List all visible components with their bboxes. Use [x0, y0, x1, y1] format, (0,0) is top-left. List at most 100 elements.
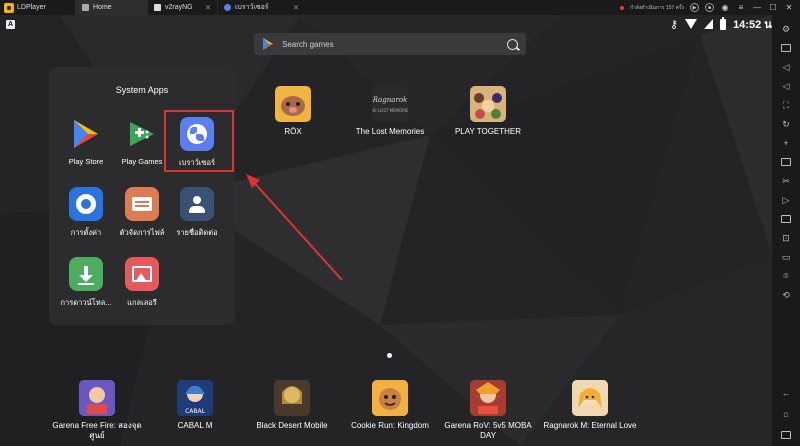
play-games-icon [125, 117, 159, 151]
app-garena-rov[interactable]: Garena RoV: 5v5 MOBA DAY [440, 380, 536, 441]
app-name: LDPlayer [17, 4, 46, 11]
settings-gear-icon [69, 187, 103, 221]
app-label: Ragnarok M: Eternal Love [543, 421, 637, 430]
lost-memories-icon: Ragnarok THE LOST MEMORIES [372, 86, 408, 122]
maximize-icon[interactable]: ☐ [768, 3, 778, 12]
sync-icon[interactable]: ⊡ [780, 232, 792, 244]
app-play-together[interactable]: PLAY TOGETHER [452, 86, 524, 137]
window-titlebar: LDPlayer Home v2rayNG ✕ เบราว์เซอร์ ✕ กำ… [0, 0, 800, 15]
app-cookie-run-kingdom[interactable]: Cookie Run: Kingdom [346, 380, 434, 431]
back-icon[interactable]: ← [780, 387, 792, 399]
settings-gear-icon[interactable]: ⚙ [780, 23, 792, 35]
home-tab-icon [82, 4, 89, 11]
folder-title: System Apps [115, 85, 169, 95]
black-desert-icon [274, 380, 310, 416]
app-label: Garena RoV: 5v5 MOBA DAY [444, 421, 532, 440]
emulator-toolbar: ⚙ ◁ ◁ ⛶ ↻ + ✂ ▷ ⊡ ▭ ⌾ ⟲ ← ⌂ [772, 15, 800, 446]
highlight-box [164, 110, 234, 172]
app-file-manager[interactable]: ตัวจัดการไฟล์ [112, 187, 172, 239]
minimize-icon[interactable]: — [752, 3, 762, 12]
app-label: CABAL M [177, 421, 213, 430]
volume-up-icon[interactable]: ◁ [780, 61, 792, 73]
multi-instance-icon[interactable] [780, 156, 792, 168]
app-label: Cookie Run: Kingdom [351, 421, 429, 430]
android-status-bar: ⚷ 14:52 น. [670, 16, 775, 32]
search-icon[interactable] [507, 38, 518, 50]
app-settings[interactable]: การตั้งค่า [56, 187, 116, 239]
titlebar-controls: กำลังดำเนินการ 157 ครั้ง ▶ ■ ◉ ≡ — ☐ ✕ [619, 3, 800, 12]
app-cabal-m[interactable]: CABAL CABAL M [160, 380, 230, 431]
gallery-icon [125, 257, 159, 291]
tab-browser[interactable]: เบราว์เซอร์ ✕ [217, 0, 305, 15]
app-label: แกลเลอรี [127, 298, 157, 307]
app-label: รายชื่อติดต่อ [176, 228, 218, 237]
app-the-lost-memories[interactable]: Ragnarok THE LOST MEMORIES The Lost Memor… [350, 86, 430, 137]
folder-icon[interactable]: ▭ [780, 251, 792, 263]
macro-icon[interactable] [780, 213, 792, 225]
svg-text:Ragnarok: Ragnarok [372, 96, 407, 104]
app-label: Black Desert Mobile [256, 421, 328, 430]
status-badge: A [6, 20, 15, 29]
app-label: RÖX [284, 127, 302, 136]
v2rayng-tab-icon [154, 4, 161, 11]
shake-icon[interactable]: ⟲ [780, 289, 792, 301]
play-store-mini-icon [263, 38, 273, 50]
recent-apps-icon[interactable] [780, 429, 792, 441]
play-store-icon [69, 117, 103, 151]
file-manager-icon [125, 187, 159, 221]
tab-label: เบราว์เซอร์ [235, 4, 269, 11]
vpn-key-icon: ⚷ [670, 18, 679, 31]
contacts-icon [180, 187, 214, 221]
app-downloads[interactable]: การดาวน์โหล... [56, 257, 116, 309]
app-contacts[interactable]: รายชื่อติดต่อ [167, 187, 227, 239]
tab-label: v2rayNG [165, 4, 193, 11]
volume-down-icon[interactable]: ◁ [780, 80, 792, 92]
app-gallery[interactable]: แกลเลอรี [112, 257, 172, 309]
close-tab-icon[interactable]: ✕ [293, 4, 299, 12]
app-label: Play Games [121, 157, 163, 166]
tab-home[interactable]: Home [75, 0, 147, 15]
recording-dot-icon [619, 5, 624, 10]
system-apps-folder: System Apps Play Store Play Games เบราว์… [49, 67, 235, 325]
annotation-arrow [246, 174, 343, 281]
scissors-screenshot-icon[interactable]: ✂ [780, 175, 792, 187]
screen-rotate-icon[interactable]: ↻ [780, 118, 792, 130]
app-garena-free-fire[interactable]: Garena Free Fire: สองจุด ศูนย์ [48, 380, 146, 441]
page-indicator-dot [387, 353, 392, 358]
add-apk-icon[interactable]: + [780, 137, 792, 149]
play-record-icon[interactable]: ▶ [690, 3, 699, 12]
app-label: การดาวน์โหล... [60, 298, 112, 307]
search-games-bar[interactable]: Search games [254, 33, 526, 55]
clock-time: 14:52 น. [733, 19, 775, 31]
play-together-icon [470, 86, 506, 122]
app-rox[interactable]: RÖX [262, 86, 324, 137]
user-account-icon[interactable]: ◉ [720, 3, 730, 12]
app-label: The Lost Memories [355, 127, 425, 136]
tab-v2rayng[interactable]: v2rayNG ✕ [147, 0, 217, 15]
cabal-m-icon: CABAL [177, 380, 213, 416]
fullscreen-icon[interactable]: ⛶ [780, 99, 792, 111]
app-label: การตั้งค่า [70, 228, 102, 237]
app-ragnarok-m[interactable]: Ragnarok M: Eternal Love [542, 380, 638, 431]
record-icon[interactable]: ▷ [780, 194, 792, 206]
signal-icon [704, 19, 714, 29]
app-label: Garena Free Fire: สองจุด ศูนย์ [52, 421, 142, 440]
stop-record-icon[interactable]: ■ [705, 3, 714, 12]
search-placeholder: Search games [282, 39, 334, 49]
app-play-games[interactable]: Play Games [112, 117, 172, 166]
close-window-icon[interactable]: ✕ [784, 3, 794, 12]
rox-icon [275, 86, 311, 122]
home-icon[interactable]: ⌂ [780, 408, 792, 420]
browser-tab-icon [224, 4, 231, 11]
app-label: ตัวจัดการไฟล์ [119, 228, 165, 237]
free-fire-icon [79, 380, 115, 416]
app-label: PLAY TOGETHER [454, 127, 522, 136]
ldplayer-logo-icon [4, 2, 14, 13]
close-tab-icon[interactable]: ✕ [205, 4, 211, 12]
app-play-store[interactable]: Play Store [56, 117, 116, 166]
app-black-desert-mobile[interactable]: Black Desert Mobile [250, 380, 334, 431]
keyboard-icon[interactable] [780, 42, 792, 54]
menu-icon[interactable]: ≡ [736, 3, 746, 12]
location-icon[interactable]: ⌾ [780, 270, 792, 282]
rov-icon [470, 380, 506, 416]
